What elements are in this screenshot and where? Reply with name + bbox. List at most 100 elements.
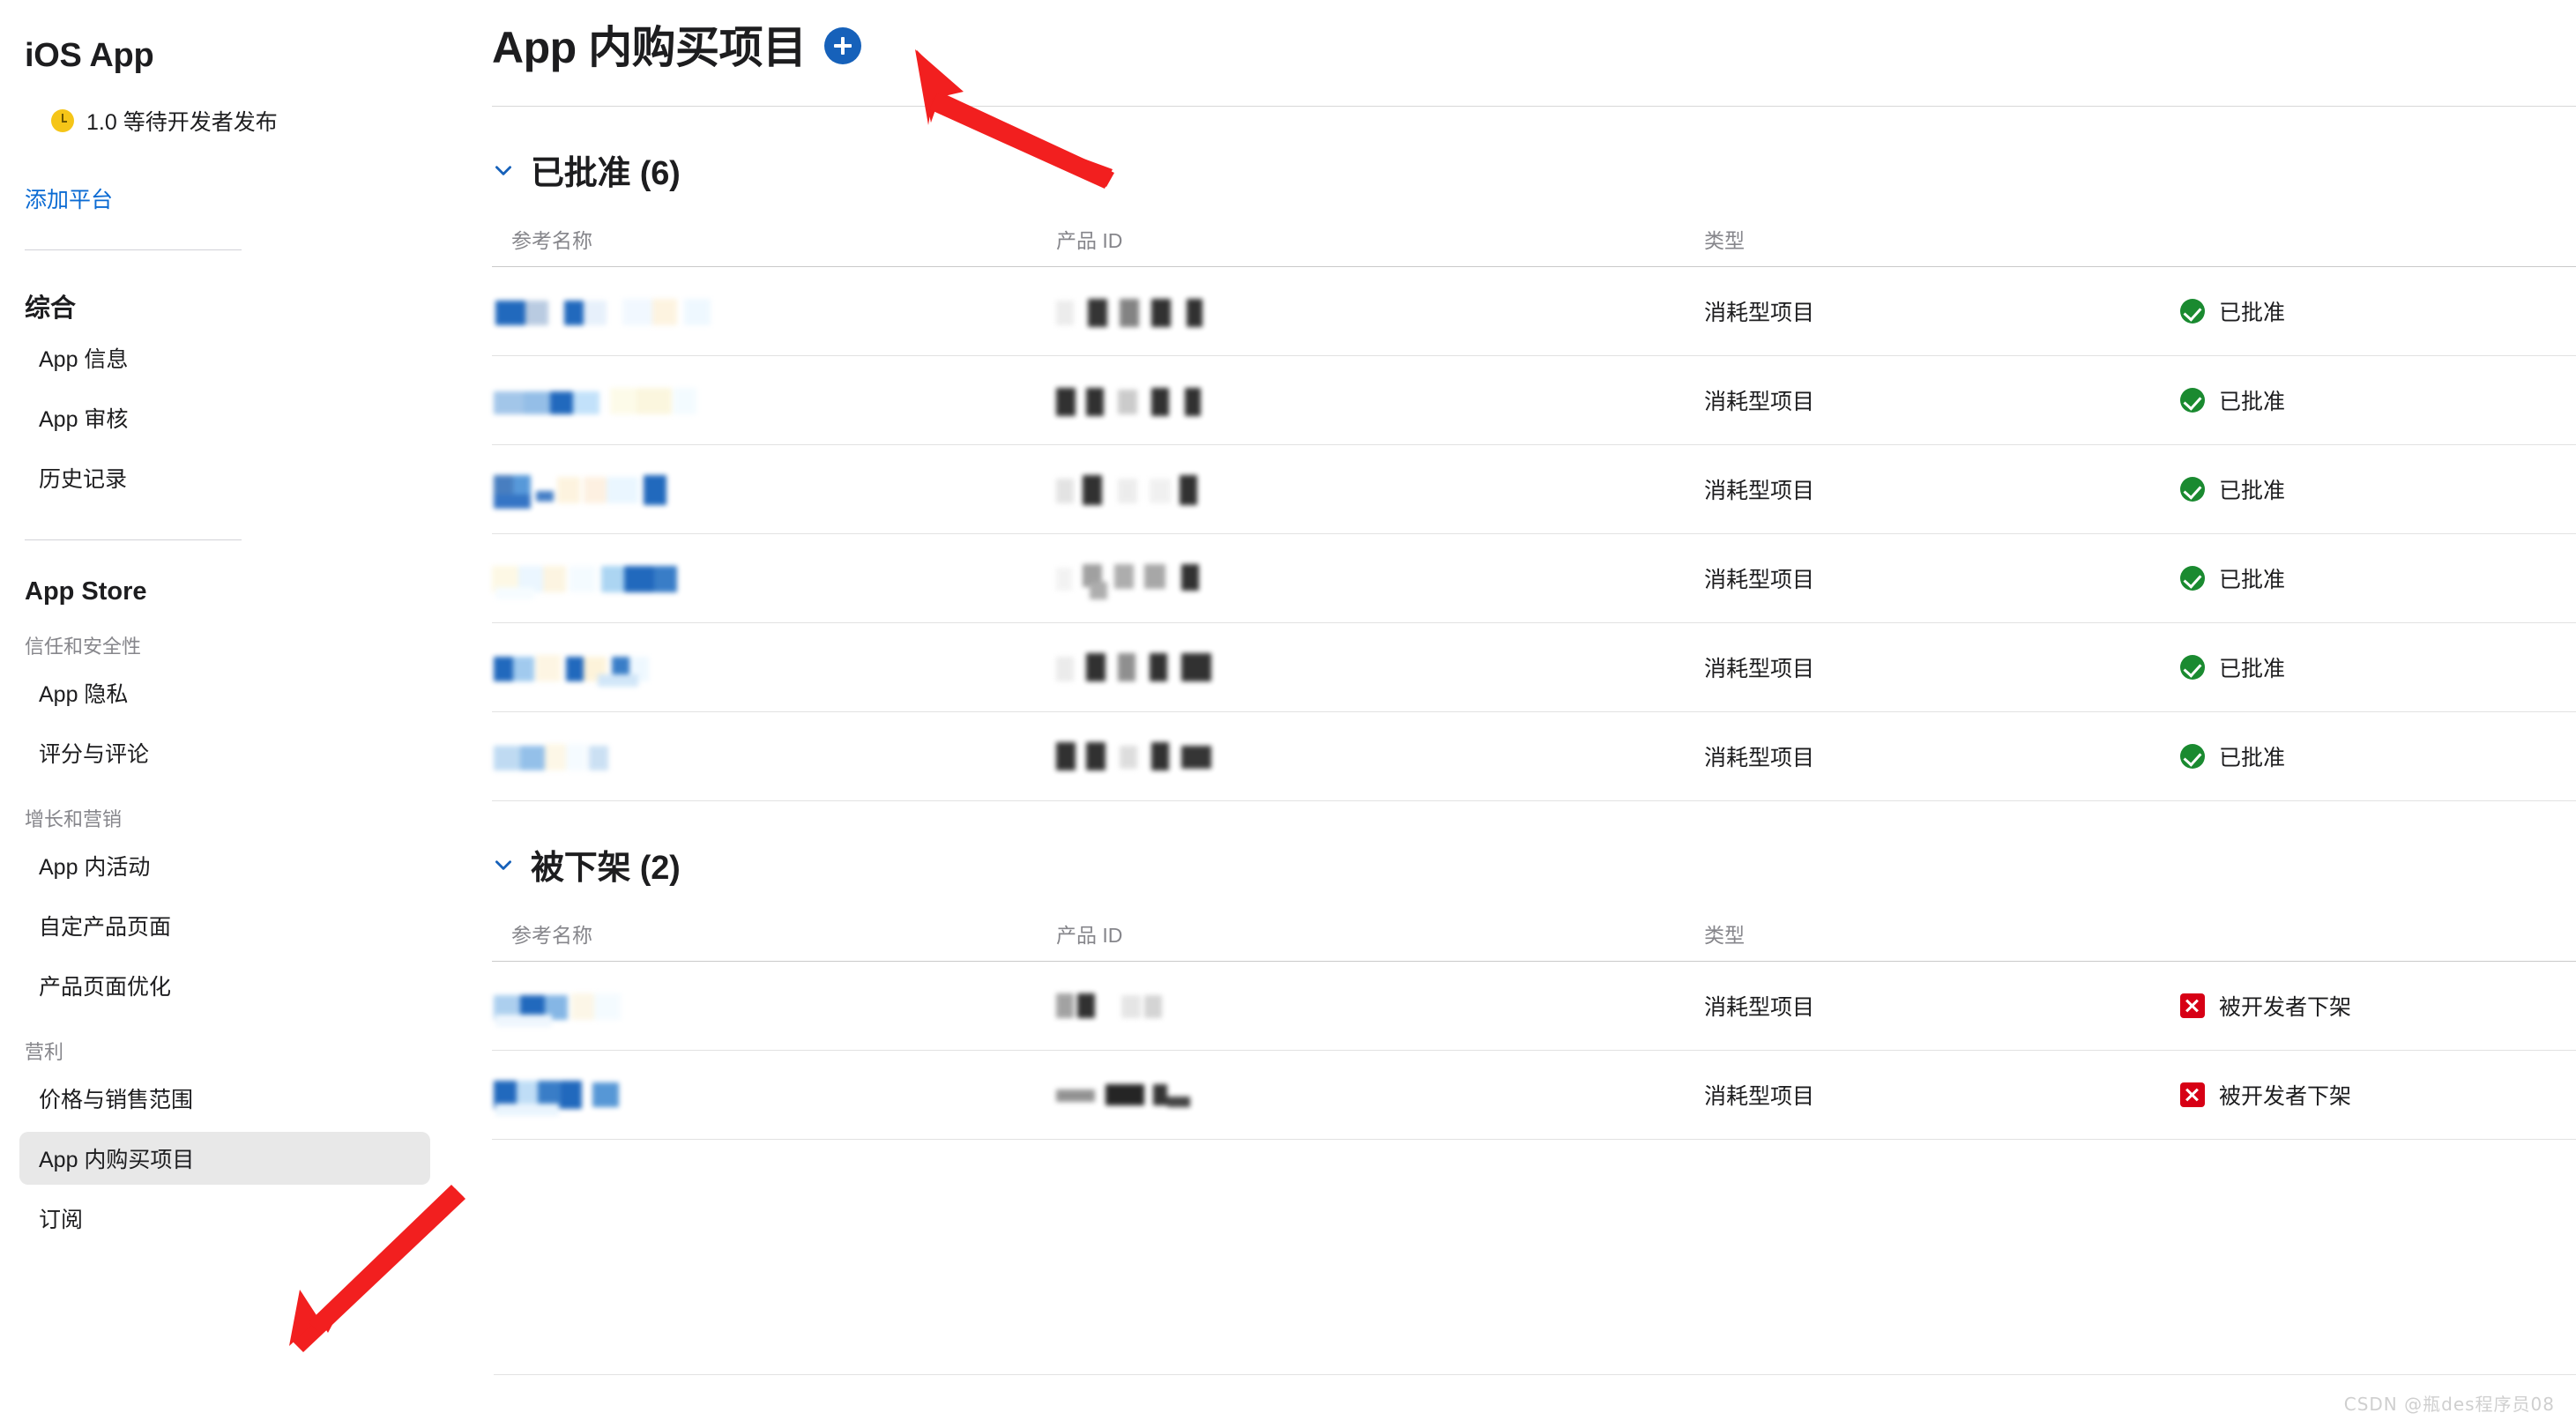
cell-state: 已批准 bbox=[2180, 266, 2576, 356]
sidebar-item-custom-product-pages[interactable]: 自定产品页面 bbox=[19, 899, 430, 952]
app-root: iOS App 1.0 等待开发者发布 添加平台 综合 App 信息 App 审… bbox=[0, 0, 2576, 1428]
sidebar-app-title: iOS App bbox=[25, 37, 154, 74]
chevron-down-icon bbox=[495, 859, 511, 870]
redacted-name bbox=[492, 739, 1056, 774]
cell-name bbox=[492, 1050, 1056, 1140]
approved-table: 参考名称 产品 ID 类型 消耗型项目 已批准 消耗型项目 已批准 消耗型项目 … bbox=[492, 224, 2576, 801]
cell-type: 消耗型项目 bbox=[1704, 533, 2180, 623]
watermark: CSDN @瓶des程序员08 bbox=[2343, 1394, 2555, 1415]
table-header-row: 参考名称 产品 ID 类型 bbox=[492, 224, 2576, 267]
cell-name bbox=[492, 355, 1056, 445]
sidebar-item-history[interactable]: 历史记录 bbox=[19, 451, 430, 504]
check-circle-icon bbox=[2180, 655, 2205, 680]
sidebar-item-pricing-availability[interactable]: 价格与销售范围 bbox=[19, 1072, 430, 1125]
table-row[interactable]: 消耗型项目 已批准 bbox=[492, 711, 2576, 801]
add-platform-link[interactable]: 添加平台 bbox=[25, 182, 113, 214]
column-header-type: 类型 bbox=[1704, 919, 2180, 962]
status-badge: 已批准 bbox=[2219, 479, 2286, 503]
approved-table-body: 消耗型项目 已批准 消耗型项目 已批准 消耗型项目 已批准 消耗型项目 已批准 … bbox=[492, 266, 2576, 801]
bottom-divider bbox=[494, 1374, 2576, 1375]
check-circle-icon bbox=[2180, 744, 2205, 769]
clock-icon bbox=[51, 109, 74, 132]
sidebar-version-status[interactable]: 1.0 等待开发者发布 bbox=[25, 105, 458, 137]
cell-product-id bbox=[1056, 533, 1704, 623]
table-row[interactable]: 消耗型项目 被开发者下架 bbox=[492, 1050, 2576, 1140]
check-circle-icon bbox=[2180, 477, 2205, 502]
table-row[interactable]: 消耗型项目 被开发者下架 bbox=[492, 961, 2576, 1051]
main-content: App 内购买项目 已批准 (6) 参考名称 产品 ID 类型 消耗型项目 已批… bbox=[458, 0, 2576, 1428]
sidebar-item-product-page-optimization[interactable]: 产品页面优化 bbox=[19, 959, 430, 1012]
table-row[interactable]: 消耗型项目 已批准 bbox=[492, 444, 2576, 534]
cell-name bbox=[492, 444, 1056, 534]
cell-name bbox=[492, 711, 1056, 801]
table-header-row: 参考名称 产品 ID 类型 bbox=[492, 919, 2576, 962]
redacted-product-id bbox=[1056, 294, 1704, 329]
header-divider bbox=[492, 106, 2576, 107]
column-header-state bbox=[2180, 919, 2576, 962]
cell-type: 消耗型项目 bbox=[1704, 711, 2180, 801]
column-header-name: 参考名称 bbox=[492, 224, 1056, 267]
column-header-name: 参考名称 bbox=[492, 919, 1056, 962]
section-approved: 已批准 (6) 参考名称 产品 ID 类型 消耗型项目 已批准 消耗型项目 已批… bbox=[492, 145, 2576, 801]
sidebar-item-app-privacy[interactable]: App 隐私 bbox=[19, 666, 430, 719]
cell-state: 已批准 bbox=[2180, 444, 2576, 534]
sidebar-group-title-appstore: App Store bbox=[25, 577, 147, 606]
cell-name bbox=[492, 266, 1056, 356]
section-approved-header[interactable]: 已批准 (6) bbox=[492, 145, 862, 194]
sidebar-item-subscriptions[interactable]: 订阅 bbox=[19, 1192, 430, 1245]
removed-table: 参考名称 产品 ID 类型 消耗型项目 被开发者下架 消耗型项目 被开发者下架 bbox=[492, 919, 2576, 1140]
redacted-name bbox=[492, 650, 1056, 687]
check-circle-icon bbox=[2180, 566, 2205, 591]
x-square-icon bbox=[2180, 993, 2205, 1018]
redacted-product-id bbox=[1056, 472, 1704, 507]
page-title: App 内购买项目 bbox=[492, 23, 807, 72]
table-row[interactable]: 消耗型项目 已批准 bbox=[492, 533, 2576, 623]
redacted-product-id bbox=[1056, 650, 1704, 685]
cell-state: 已批准 bbox=[2180, 711, 2576, 801]
cell-state: 已批准 bbox=[2180, 355, 2576, 445]
column-header-product-id: 产品 ID bbox=[1056, 919, 1704, 962]
table-row[interactable]: 消耗型项目 已批准 bbox=[492, 622, 2576, 712]
cell-state: 已批准 bbox=[2180, 533, 2576, 623]
cell-product-id bbox=[1056, 1050, 1704, 1140]
section-removed-title: 被下架 (2) bbox=[531, 850, 681, 887]
redacted-name bbox=[492, 988, 1056, 1027]
sidebar-section-label-trust-safety: 信任和安全性 bbox=[25, 636, 142, 658]
sidebar-item-ratings-reviews[interactable]: 评分与评论 bbox=[19, 726, 430, 779]
cell-name bbox=[492, 961, 1056, 1051]
chevron-down-icon bbox=[495, 165, 511, 175]
check-circle-icon bbox=[2180, 299, 2205, 324]
sidebar-item-in-app-purchases[interactable]: App 内购买项目 bbox=[19, 1132, 430, 1185]
cell-name bbox=[492, 533, 1056, 623]
cell-product-id bbox=[1056, 622, 1704, 712]
sidebar-item-in-app-events[interactable]: App 内活动 bbox=[19, 839, 430, 892]
removed-table-body: 消耗型项目 被开发者下架 消耗型项目 被开发者下架 bbox=[492, 961, 2576, 1140]
cell-product-id bbox=[1056, 355, 1704, 445]
status-badge: 已批准 bbox=[2219, 301, 2286, 325]
redacted-product-id bbox=[1056, 383, 1704, 418]
cell-type: 消耗型项目 bbox=[1704, 622, 2180, 712]
table-row[interactable]: 消耗型项目 已批准 bbox=[492, 355, 2576, 445]
sidebar-item-app-info[interactable]: App 信息 bbox=[19, 331, 430, 384]
section-removed: 被下架 (2) 参考名称 产品 ID 类型 消耗型项目 被开发者下架 消耗型项目… bbox=[492, 840, 2576, 1140]
page-header: App 内购买项目 bbox=[492, 12, 2576, 76]
sidebar-version-label: 1.0 等待开发者发布 bbox=[86, 110, 278, 135]
status-badge: 已批准 bbox=[2219, 568, 2286, 592]
cell-product-id bbox=[1056, 266, 1704, 356]
add-button[interactable] bbox=[823, 27, 861, 64]
sidebar-item-app-review[interactable]: App 审核 bbox=[19, 391, 430, 444]
cell-state: 已批准 bbox=[2180, 622, 2576, 712]
sidebar-group-title-general: 综合 bbox=[25, 294, 77, 323]
sidebar-section-label-monetization: 营利 bbox=[25, 1041, 64, 1063]
cell-type: 消耗型项目 bbox=[1704, 1050, 2180, 1140]
section-removed-header[interactable]: 被下架 (2) bbox=[492, 840, 862, 889]
column-header-type: 类型 bbox=[1704, 224, 2180, 267]
redacted-name bbox=[492, 1077, 1056, 1116]
table-row[interactable]: 消耗型项目 已批准 bbox=[492, 266, 2576, 356]
redacted-product-id bbox=[1056, 1077, 1704, 1112]
redacted-product-id bbox=[1056, 739, 1704, 774]
cell-name bbox=[492, 622, 1056, 712]
redacted-name bbox=[492, 383, 1056, 418]
cell-product-id bbox=[1056, 444, 1704, 534]
column-header-state bbox=[2180, 224, 2576, 267]
